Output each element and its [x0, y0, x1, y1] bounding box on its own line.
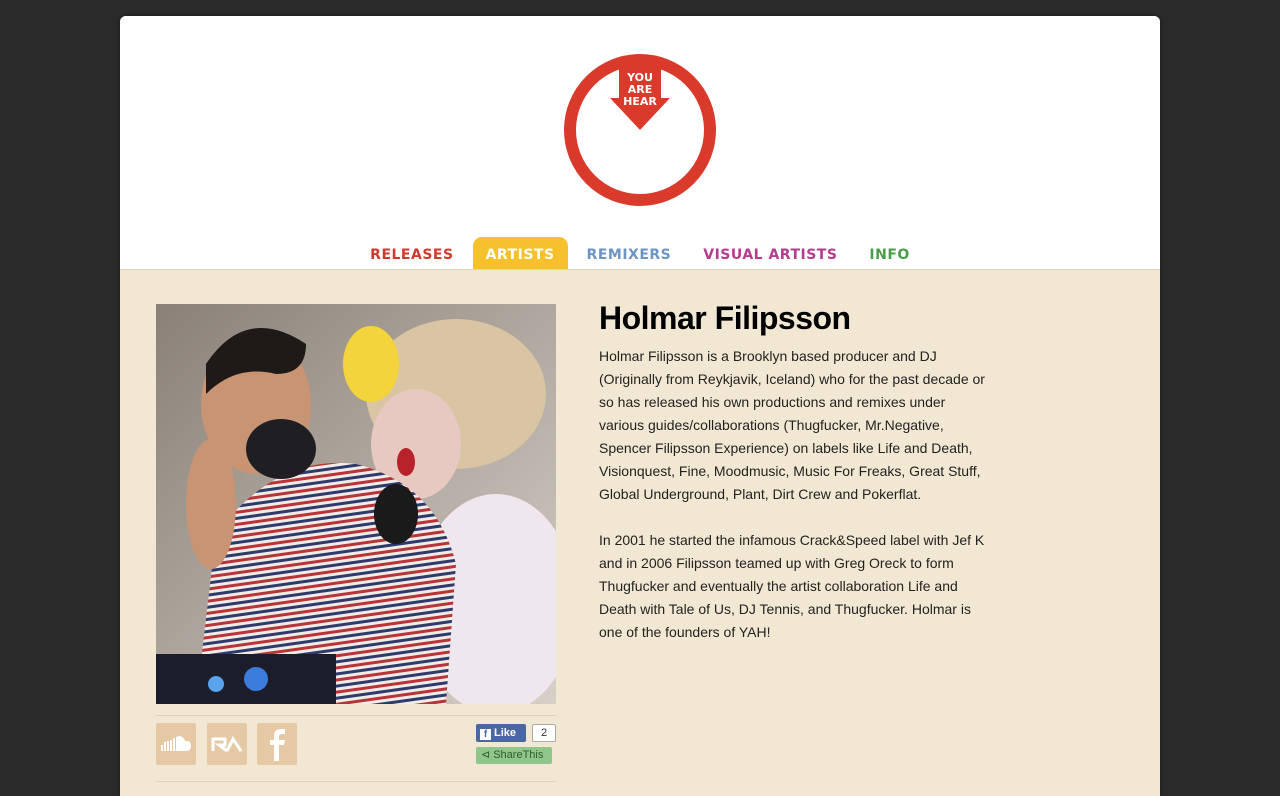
facebook-icon[interactable] [257, 723, 297, 765]
resident-advisor-icon[interactable] [207, 723, 247, 765]
you-are-hear-logo[interactable]: YOU ARE HEAR [562, 52, 718, 208]
like-count: 2 [532, 724, 556, 742]
nav-item-visual-artists[interactable]: VISUAL ARTISTS [690, 237, 850, 269]
share-icon: ⊲ [481, 749, 491, 761]
artist-content: f Like 2 ⊲ ShareThis Holmar Filipsson Holm… [120, 269, 1160, 796]
nav-item-info[interactable]: INFO [856, 237, 922, 269]
artist-bio: Holmar Filipsson is a Brooklyn based pro… [599, 345, 994, 667]
like-label: Like [494, 727, 517, 739]
facebook-like-button[interactable]: f Like [476, 724, 526, 742]
artist-photo [156, 304, 556, 704]
social-row: f Like 2 ⊲ ShareThis [156, 715, 556, 782]
sharethis-button[interactable]: ⊲ ShareThis [476, 747, 552, 764]
artist-name: Holmar Filipsson [599, 300, 851, 336]
nav-item-releases[interactable]: RELEASES [357, 237, 466, 269]
nav-item-remixers[interactable]: REMIXERS [574, 237, 685, 269]
page-container: YOU ARE HEAR RELEASES ARTISTS REMIXERS V… [120, 16, 1160, 796]
header: YOU ARE HEAR RELEASES ARTISTS REMIXERS V… [120, 16, 1160, 269]
facebook-f-icon: f [480, 729, 491, 740]
main-nav: RELEASES ARTISTS REMIXERS VISUAL ARTISTS… [120, 237, 1160, 269]
bio-paragraph: In 2001 he started the infamous Crack&Sp… [599, 532, 985, 640]
soundcloud-icon[interactable] [156, 723, 196, 765]
share-label: ShareThis [493, 749, 544, 761]
nav-item-artists[interactable]: ARTISTS [472, 237, 568, 269]
bio-paragraph: Holmar Filipsson is a Brooklyn based pro… [599, 348, 985, 502]
logo-text-line: HEAR [623, 95, 657, 108]
